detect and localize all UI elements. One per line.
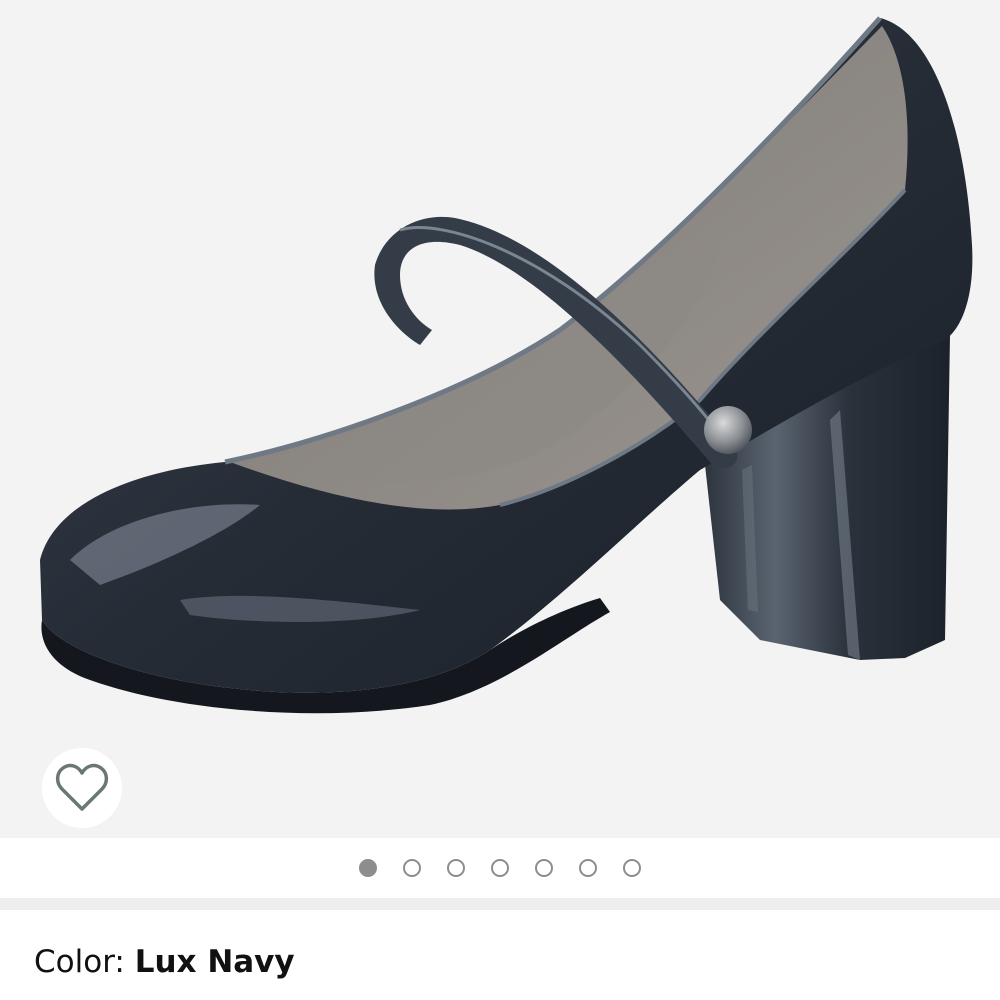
color-value: Lux Navy xyxy=(134,944,295,980)
pagination-dot[interactable] xyxy=(491,859,509,877)
pagination-dot[interactable] xyxy=(579,859,597,877)
color-label: Color: xyxy=(34,944,135,980)
pagination-dot[interactable] xyxy=(623,859,641,877)
product-image-gallery[interactable] xyxy=(0,0,1000,838)
shoe-product-image[interactable] xyxy=(0,0,1000,838)
pagination-dot[interactable] xyxy=(403,859,421,877)
section-divider xyxy=(0,898,1000,910)
heart-outline-icon xyxy=(55,763,109,811)
image-pagination[interactable] xyxy=(0,838,1000,898)
pagination-dot[interactable] xyxy=(535,859,553,877)
color-variation: Color: Lux Navy xyxy=(34,940,295,984)
wishlist-button[interactable] xyxy=(42,748,122,828)
pagination-dot-active[interactable] xyxy=(359,859,377,877)
pagination-dot[interactable] xyxy=(447,859,465,877)
